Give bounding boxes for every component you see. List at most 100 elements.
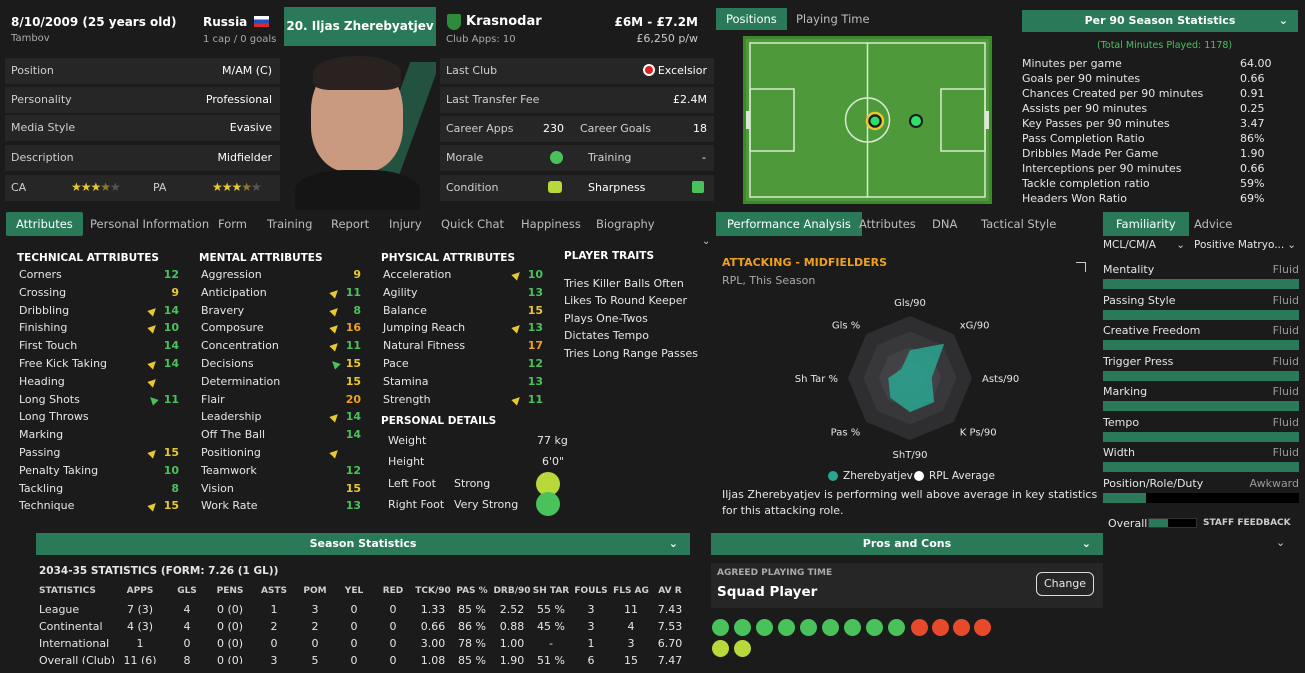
date-of-birth: 8/10/2009 (25 years old)	[11, 15, 177, 29]
tab-dna[interactable]: DNA	[932, 212, 957, 236]
pros-cons-dropdown[interactable]: Pros and Cons ⌄	[711, 533, 1103, 555]
attribute-name: Aggression	[201, 268, 262, 281]
overall-label: Overall	[1108, 517, 1148, 530]
attribute-name: Balance	[383, 303, 427, 317]
player-name-button[interactable]: 20. Iljas Zherebyatjev	[284, 7, 436, 46]
attribute-row: Aggression 9	[201, 268, 361, 286]
physical-attributes-heading: PHYSICAL ATTRIBUTES	[381, 252, 516, 264]
header-icon[interactable]	[866, 619, 883, 636]
attribute-name: Dribbling	[19, 303, 70, 317]
attribute-row: Teamwork 12	[201, 464, 361, 482]
attribute-value: 14	[345, 410, 361, 424]
progress-arrow-icon	[147, 447, 159, 459]
tab-form[interactable]: Form	[218, 212, 247, 236]
stat-cell: 7.43	[657, 603, 683, 616]
progress-arrow-icon	[329, 411, 341, 424]
radar-axis-label: xG/90	[960, 320, 990, 331]
condition-row: Condition Sharpness	[440, 175, 714, 201]
tab-playing-time[interactable]: Playing Time	[796, 12, 870, 26]
attribute-value: 13	[527, 321, 543, 335]
change-button[interactable]: Change	[1036, 572, 1094, 596]
tab-happiness[interactable]: Happiness	[521, 212, 581, 236]
stat-cell: 0 (0)	[216, 603, 244, 616]
role-select[interactable]: MCL/CM/A ⌄	[1103, 239, 1187, 257]
injury-icon[interactable]	[932, 619, 949, 636]
per90-dropdown[interactable]: Per 90 Season Statistics ⌄	[1022, 10, 1298, 32]
analysis-subtitle: RPL, This Season	[722, 274, 816, 287]
tab-quick-chat[interactable]: Quick Chat	[441, 212, 504, 236]
excelsior-badge-icon	[643, 64, 655, 76]
tackle-icon[interactable]	[734, 619, 751, 636]
tab-training[interactable]: Training	[267, 212, 312, 236]
progress-arrow-icon	[147, 393, 159, 406]
defending-icon[interactable]	[953, 619, 970, 636]
boot-icon[interactable]	[800, 619, 817, 636]
sharpness-icon	[692, 181, 704, 193]
club-name[interactable]: Krasnodar	[466, 14, 542, 29]
expand-icon[interactable]	[1076, 262, 1086, 272]
weight-label: Weight	[388, 434, 427, 447]
attribute-row: Marking	[19, 428, 179, 446]
attribute-value: 15	[163, 499, 179, 513]
stamina-icon[interactable]	[822, 619, 839, 636]
familiarity-bar	[1103, 309, 1299, 320]
progress-arrow-icon	[329, 447, 341, 459]
tab-tactical-style[interactable]: Tactical Style	[981, 212, 1056, 236]
attribute-value: 11	[527, 392, 543, 406]
attribute-name: Flair	[201, 392, 225, 406]
attribute-row: Passing 15	[19, 446, 179, 464]
consistency-icon[interactable]	[712, 640, 729, 657]
attribute-name: Crossing	[19, 285, 67, 299]
tab-personal-information[interactable]: Personal Information	[90, 212, 209, 236]
hometown: Tambov	[11, 33, 50, 44]
progress-arrow-icon	[147, 358, 159, 370]
analysis-summary: Iljas Zherebyatjev is performing well ab…	[722, 488, 1098, 517]
tab-report[interactable]: Report	[331, 212, 369, 236]
agreed-playing-time-panel: AGREED PLAYING TIME Squad Player Change	[711, 563, 1103, 608]
chalk-icon[interactable]	[778, 619, 795, 636]
skill-icon[interactable]	[712, 619, 729, 636]
attribute-value: 15	[163, 446, 179, 459]
attribute-name: Technique	[19, 499, 75, 513]
tab-familiarity[interactable]: Familiarity	[1103, 212, 1189, 236]
star-icon[interactable]	[756, 619, 773, 636]
tab-attributes[interactable]: Attributes	[6, 212, 83, 236]
staff-feedback-label[interactable]: STAFF FEEDBACK	[1203, 518, 1291, 528]
attribute-value: 14	[163, 339, 179, 353]
stat-cell: 6.70	[657, 637, 683, 650]
mentality-select[interactable]: Positive Matryo... ⌄	[1194, 239, 1298, 257]
attribute-name: Agility	[383, 285, 418, 299]
familiarity-bar	[1103, 340, 1299, 350]
attribute-row: Vision 15	[201, 482, 361, 500]
attribute-value: 17	[527, 339, 543, 353]
weak-foot-icon[interactable]	[911, 619, 928, 636]
tab-performance-analysis[interactable]: Performance Analysis	[716, 212, 862, 236]
agreed-playing-time-label: AGREED PLAYING TIME	[717, 568, 833, 578]
tab-analysis-attributes[interactable]: Attributes	[859, 212, 916, 236]
stat-cell: 1	[136, 637, 144, 650]
chevron-down-icon[interactable]: ⌄	[1276, 536, 1285, 549]
last-club-row: Last Club Excelsior	[440, 58, 714, 84]
morale-icon	[550, 151, 563, 164]
tab-advice[interactable]: Advice	[1194, 212, 1232, 236]
fitness-icon[interactable]	[974, 619, 991, 636]
tab-injury[interactable]: Injury	[389, 212, 422, 236]
tab-biography[interactable]: Biography	[596, 212, 655, 236]
passing-icon[interactable]	[844, 619, 861, 636]
chevron-down-icon[interactable]: ⌄	[702, 236, 710, 247]
tab-positions[interactable]: Positions	[716, 8, 787, 30]
agility-icon[interactable]	[888, 619, 905, 636]
attribute-value: 9	[353, 268, 361, 281]
statistics-heading: 2034-35 STATISTICS (FORM: 7.26 (1 GL))	[39, 565, 279, 577]
attribute-value: 10	[163, 321, 179, 335]
progress-arrow-icon	[147, 376, 159, 388]
versatility-icon[interactable]	[734, 640, 751, 657]
radar-axis-label: Sh Tar %	[795, 374, 838, 385]
attribute-name: Acceleration	[383, 268, 452, 281]
radar-chart: Gls/90 xG/90 Asts/90 K Ps/90 ShT/90 Pas % Sh T…	[795, 298, 1020, 461]
stat-column-header: PENS	[216, 586, 244, 596]
per90-row: Key Passes per 90 minutes 3.47	[1022, 117, 1265, 130]
trait-item: Plays One-Twos	[564, 312, 648, 325]
nation-label[interactable]: Russia	[203, 15, 247, 29]
season-statistics-dropdown[interactable]: Season Statistics ⌄	[36, 533, 690, 555]
